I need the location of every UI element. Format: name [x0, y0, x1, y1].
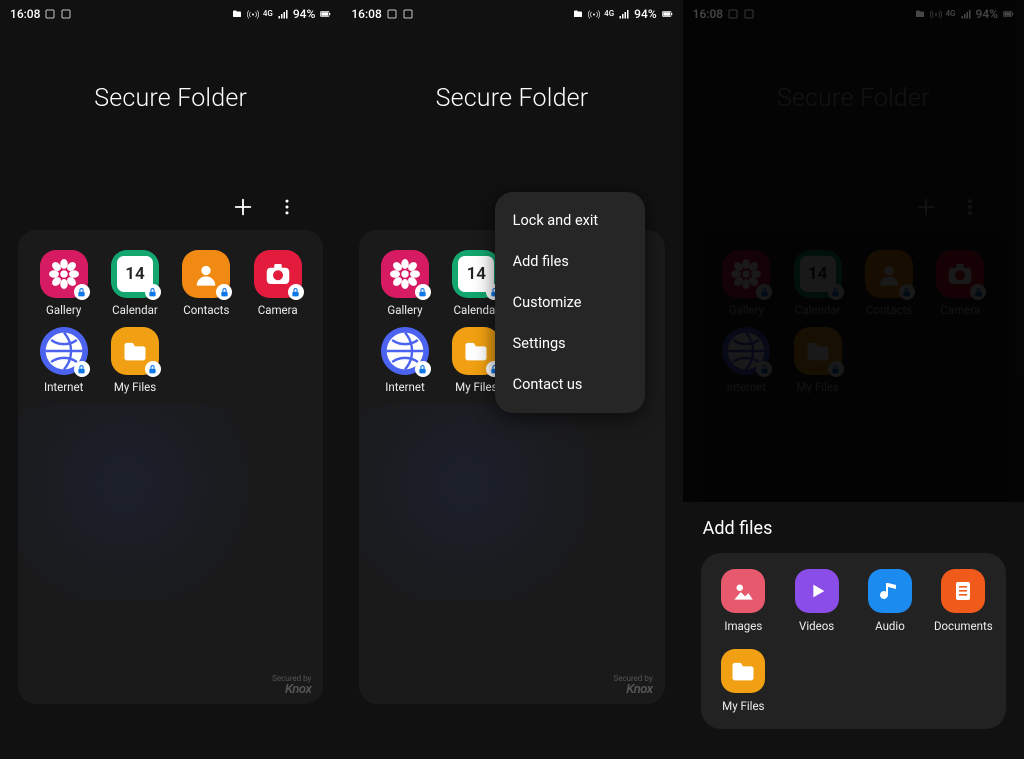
screenshot-icon [386, 8, 398, 20]
lock-badge-icon [74, 361, 90, 377]
app-gallery[interactable]: Gallery [369, 250, 440, 317]
lock-badge-icon [216, 284, 232, 300]
panel-3: 16:08 4G 94% Secure Folder Gallery14Cale… [683, 0, 1024, 759]
signal-icon [277, 8, 289, 20]
secure-folder-status-icon [572, 8, 584, 20]
lock-badge-icon [74, 284, 90, 300]
folder-icon [721, 649, 765, 693]
status-time: 16:08 [10, 7, 40, 21]
flower-icon [381, 250, 429, 298]
more-button[interactable] [275, 195, 299, 219]
lock-badge-icon [145, 284, 161, 300]
app-label: Contacts [183, 303, 229, 317]
app-label: Gallery [387, 303, 422, 317]
globe-icon [40, 327, 88, 375]
app-label: Calendar [112, 303, 158, 317]
globe-icon [381, 327, 429, 375]
battery-pct: 94% [293, 7, 315, 21]
lock-badge-icon [145, 361, 161, 377]
filetype-documents[interactable]: Documents [927, 569, 1000, 633]
filetype-label: My Files [722, 699, 764, 713]
app-camera[interactable]: Camera [242, 250, 313, 317]
page-title: Secure Folder [0, 84, 341, 113]
note-icon [868, 569, 912, 613]
secure-folder-status-icon [231, 8, 243, 20]
app-card: Gallery 14 Calendar Contacts Camera Internet M… [18, 230, 323, 704]
hotspot-icon [247, 8, 259, 20]
add-button[interactable] [231, 195, 255, 219]
add-files-sheet: Add files Images Videos Audio Documents My F… [683, 502, 1024, 759]
status-bar: 16:08 4G 94% [0, 0, 341, 28]
app-label: Camera [258, 303, 298, 317]
play-icon [795, 569, 839, 613]
app-internet[interactable]: Internet [369, 327, 440, 394]
filetype-label: Videos [799, 619, 834, 633]
image-icon [721, 569, 765, 613]
app-grid: Gallery 14 Calendar Contacts Camera Internet M… [28, 250, 313, 394]
lock-badge-icon [415, 284, 431, 300]
person-icon [182, 250, 230, 298]
menu-item-add-files[interactable]: Add files [495, 241, 645, 282]
menu-item-customize[interactable]: Customize [495, 282, 645, 323]
app-gallery[interactable]: Gallery [28, 250, 99, 317]
page-title-area: Secure Folder [0, 84, 341, 113]
cal14-icon: 14 [111, 250, 159, 298]
status-time: 16:08 [351, 7, 381, 21]
battery-pct: 94% [634, 7, 656, 21]
knox-badge: Secured by Knox [272, 675, 311, 696]
panel-1: 16:08 4G 94% Secure Folder Gallery 14 Cale… [0, 0, 341, 759]
filetype-label: Images [724, 619, 762, 633]
menu-item-settings[interactable]: Settings [495, 323, 645, 364]
doc-icon [941, 569, 985, 613]
overflow-menu: Lock and exitAdd filesCustomizeSettingsC… [495, 192, 645, 413]
flower-icon [40, 250, 88, 298]
app-my-files[interactable]: My Files [99, 327, 170, 394]
filetype-audio[interactable]: Audio [853, 569, 926, 633]
app-label: My Files [114, 380, 156, 394]
status-bar: 16:08 4G 94% [341, 0, 682, 28]
filetype-my-files[interactable]: My Files [707, 649, 780, 713]
app-label: Gallery [46, 303, 81, 317]
app-internet[interactable]: Internet [28, 327, 99, 394]
signal-icon [618, 8, 630, 20]
app-label: My Files [455, 380, 497, 394]
app-calendar[interactable]: 14 Calendar [99, 250, 170, 317]
filetype-label: Documents [934, 619, 993, 633]
filetype-videos[interactable]: Videos [780, 569, 853, 633]
lock-badge-icon [415, 361, 431, 377]
screenshot2-icon [402, 8, 414, 20]
cal14-icon: 14 [452, 250, 500, 298]
folder-icon [452, 327, 500, 375]
network-label: 4G [604, 10, 614, 18]
battery-icon [661, 8, 673, 20]
lock-badge-icon [288, 284, 304, 300]
folder-icon [111, 327, 159, 375]
app-label: Internet [44, 380, 83, 394]
hotspot-icon [588, 8, 600, 20]
camera-icon [254, 250, 302, 298]
screenshot-icon [44, 8, 56, 20]
battery-icon [319, 8, 331, 20]
app-label: Internet [385, 380, 424, 394]
menu-item-lock-and-exit[interactable]: Lock and exit [495, 200, 645, 241]
knox-badge: Secured by Knox [613, 675, 652, 696]
app-label: Calendar [454, 303, 500, 317]
filetype-label: Audio [875, 619, 905, 633]
menu-item-contact-us[interactable]: Contact us [495, 364, 645, 405]
filetype-images[interactable]: Images [707, 569, 780, 633]
sheet-title: Add files [703, 518, 1004, 539]
panel-2: 16:08 4G 94% Secure Folder Gallery 14 Cale… [341, 0, 682, 759]
page-title: Secure Folder [341, 84, 682, 113]
screenshot2-icon [60, 8, 72, 20]
app-contacts[interactable]: Contacts [171, 250, 242, 317]
network-label: 4G [263, 10, 273, 18]
